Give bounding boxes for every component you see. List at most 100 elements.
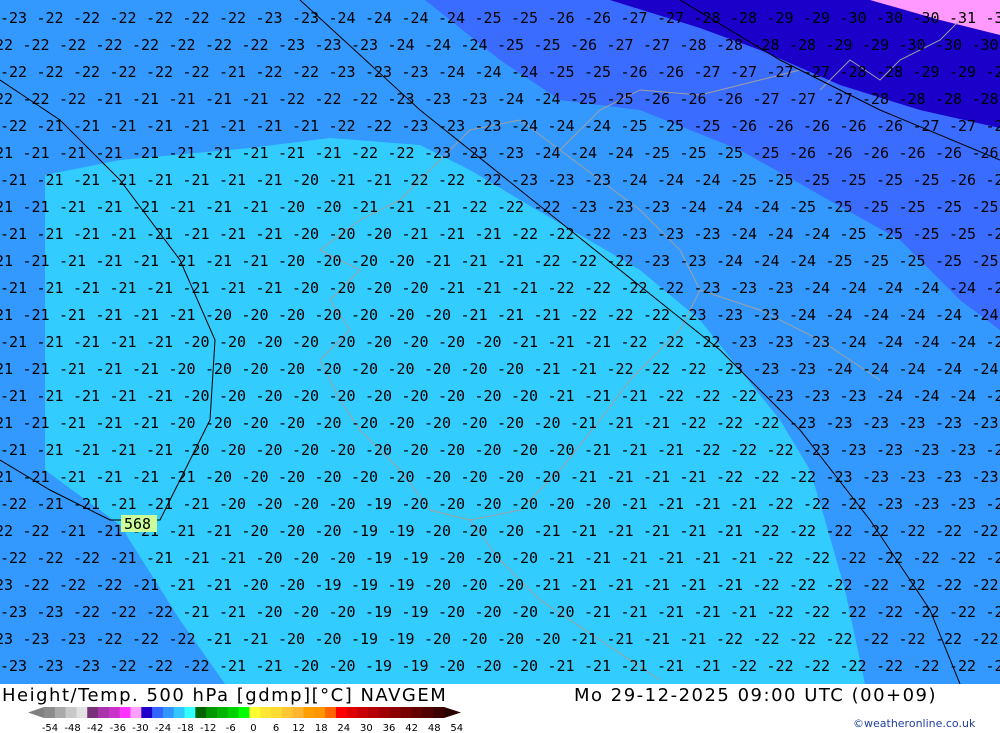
- temperature-value: -20: [351, 360, 378, 378]
- temperature-value: -26: [862, 144, 889, 162]
- temperature-value: -21: [716, 576, 743, 594]
- temperature-value: -21: [621, 603, 648, 621]
- legend-swatch: [162, 707, 175, 718]
- legend-swatch: [152, 707, 164, 718]
- temperature-value: -20: [278, 252, 305, 270]
- temperature-value: -25: [935, 198, 962, 216]
- legend-swatch: [173, 707, 186, 718]
- temperature-value: -21: [169, 144, 196, 162]
- temperature-value: -28: [694, 9, 721, 27]
- temperature-value: -19: [402, 657, 429, 675]
- temperature-value: -21: [183, 117, 210, 135]
- temperature-value: -21: [205, 90, 232, 108]
- temperature-value: -24: [949, 279, 976, 297]
- temperature-value: -22: [935, 576, 962, 594]
- temperature-value: -21: [256, 279, 283, 297]
- temperature-value: -21: [169, 198, 196, 216]
- temperature-value: -22: [351, 90, 378, 108]
- temperature-value: -25: [680, 144, 707, 162]
- temperature-value: -21: [584, 657, 611, 675]
- temperature-value: -21: [110, 117, 137, 135]
- temperature-value: -27: [949, 117, 976, 135]
- temperature-value: -21: [0, 441, 27, 459]
- temperature-value: -20: [183, 387, 210, 405]
- temperature-value: -23: [840, 441, 867, 459]
- temperature-value: -23: [913, 441, 940, 459]
- temperature-value: -20: [242, 306, 269, 324]
- legend-swatch: [130, 707, 142, 718]
- temperature-value: -21: [680, 468, 707, 486]
- temperature-value: -23: [461, 90, 488, 108]
- temperature-value: -20: [388, 414, 415, 432]
- temperature-value: -21: [621, 657, 648, 675]
- temperature-value: -24: [424, 36, 451, 54]
- temperature-value: -20: [278, 306, 305, 324]
- temperature-value: -21: [716, 522, 743, 540]
- temperature-value: -22: [570, 306, 597, 324]
- temperature-value: -24: [949, 387, 976, 405]
- temperature-value: -21: [132, 252, 159, 270]
- temperature-value: -31: [949, 9, 976, 27]
- temperature-value: -21: [242, 144, 269, 162]
- temperature-value: -22: [132, 630, 159, 648]
- temperature-value: -21: [183, 279, 210, 297]
- temperature-value: -23: [23, 630, 50, 648]
- temperature-value: -20: [329, 495, 356, 513]
- temperature-value: -22: [643, 360, 670, 378]
- temperature-value: -21: [621, 495, 648, 513]
- temperature-value: -25: [840, 171, 867, 189]
- legend-tick-label: 42: [405, 723, 418, 733]
- temperature-value: -20: [548, 603, 575, 621]
- temperature-value: -20: [365, 279, 392, 297]
- temperature-value: -23: [826, 468, 853, 486]
- temperature-value: -21: [59, 252, 86, 270]
- temperature-value: -20: [292, 441, 319, 459]
- temperature-value: -22: [183, 657, 210, 675]
- temperature-value: -23: [73, 657, 100, 675]
- temperature-value: -22: [657, 279, 684, 297]
- temperature-value: -21: [657, 441, 684, 459]
- temperature-value: -22: [935, 522, 962, 540]
- temperature-value: -22: [96, 36, 123, 54]
- temperature-value: -21: [548, 549, 575, 567]
- temperature-value: -20: [205, 414, 232, 432]
- temperature-value: -27: [643, 36, 670, 54]
- legend-tick-label: 48: [428, 723, 441, 733]
- temperature-value: -20: [497, 522, 524, 540]
- credit-link[interactable]: ©weatheronline.co.uk: [853, 717, 975, 730]
- temperature-value: -23: [351, 36, 378, 54]
- temperature-value: -21: [219, 63, 246, 81]
- legend-swatch: [314, 707, 326, 718]
- temperature-value: -22: [621, 279, 648, 297]
- temperature-value: -19: [365, 495, 392, 513]
- temperature-value: -22: [242, 36, 269, 54]
- temperature-value: -21: [73, 279, 100, 297]
- temperature-value: -22: [23, 576, 50, 594]
- temperature-value: -21: [219, 117, 246, 135]
- temperature-value: -24: [730, 225, 757, 243]
- temperature-value: -23: [767, 333, 794, 351]
- temperature-value: -21: [132, 306, 159, 324]
- temperature-value: -19: [402, 549, 429, 567]
- temperature-value: -24: [716, 198, 743, 216]
- temperature-value: -26: [949, 171, 976, 189]
- temperature-value: -24: [497, 90, 524, 108]
- temperature-value: -24: [913, 279, 940, 297]
- temperature-value: -26: [657, 63, 684, 81]
- temperature-value: -23: [767, 279, 794, 297]
- temperature-value: -21: [183, 225, 210, 243]
- temperature-value: -20: [315, 468, 342, 486]
- temperature-value: -21: [0, 414, 13, 432]
- temperature-value: -21: [59, 468, 86, 486]
- temperature-value: -21: [621, 549, 648, 567]
- temperature-value: -20: [329, 225, 356, 243]
- temperature-value: -25: [826, 198, 853, 216]
- temperature-value: -22: [73, 549, 100, 567]
- temperature-value: -25: [767, 171, 794, 189]
- legend-tick-label: -18: [177, 723, 193, 733]
- temperature-value: -23: [753, 306, 780, 324]
- temperature-value: -30: [899, 36, 926, 54]
- temperature-value: -23: [935, 468, 962, 486]
- temperature-value: -21: [110, 225, 137, 243]
- temperature-value: -23: [789, 360, 816, 378]
